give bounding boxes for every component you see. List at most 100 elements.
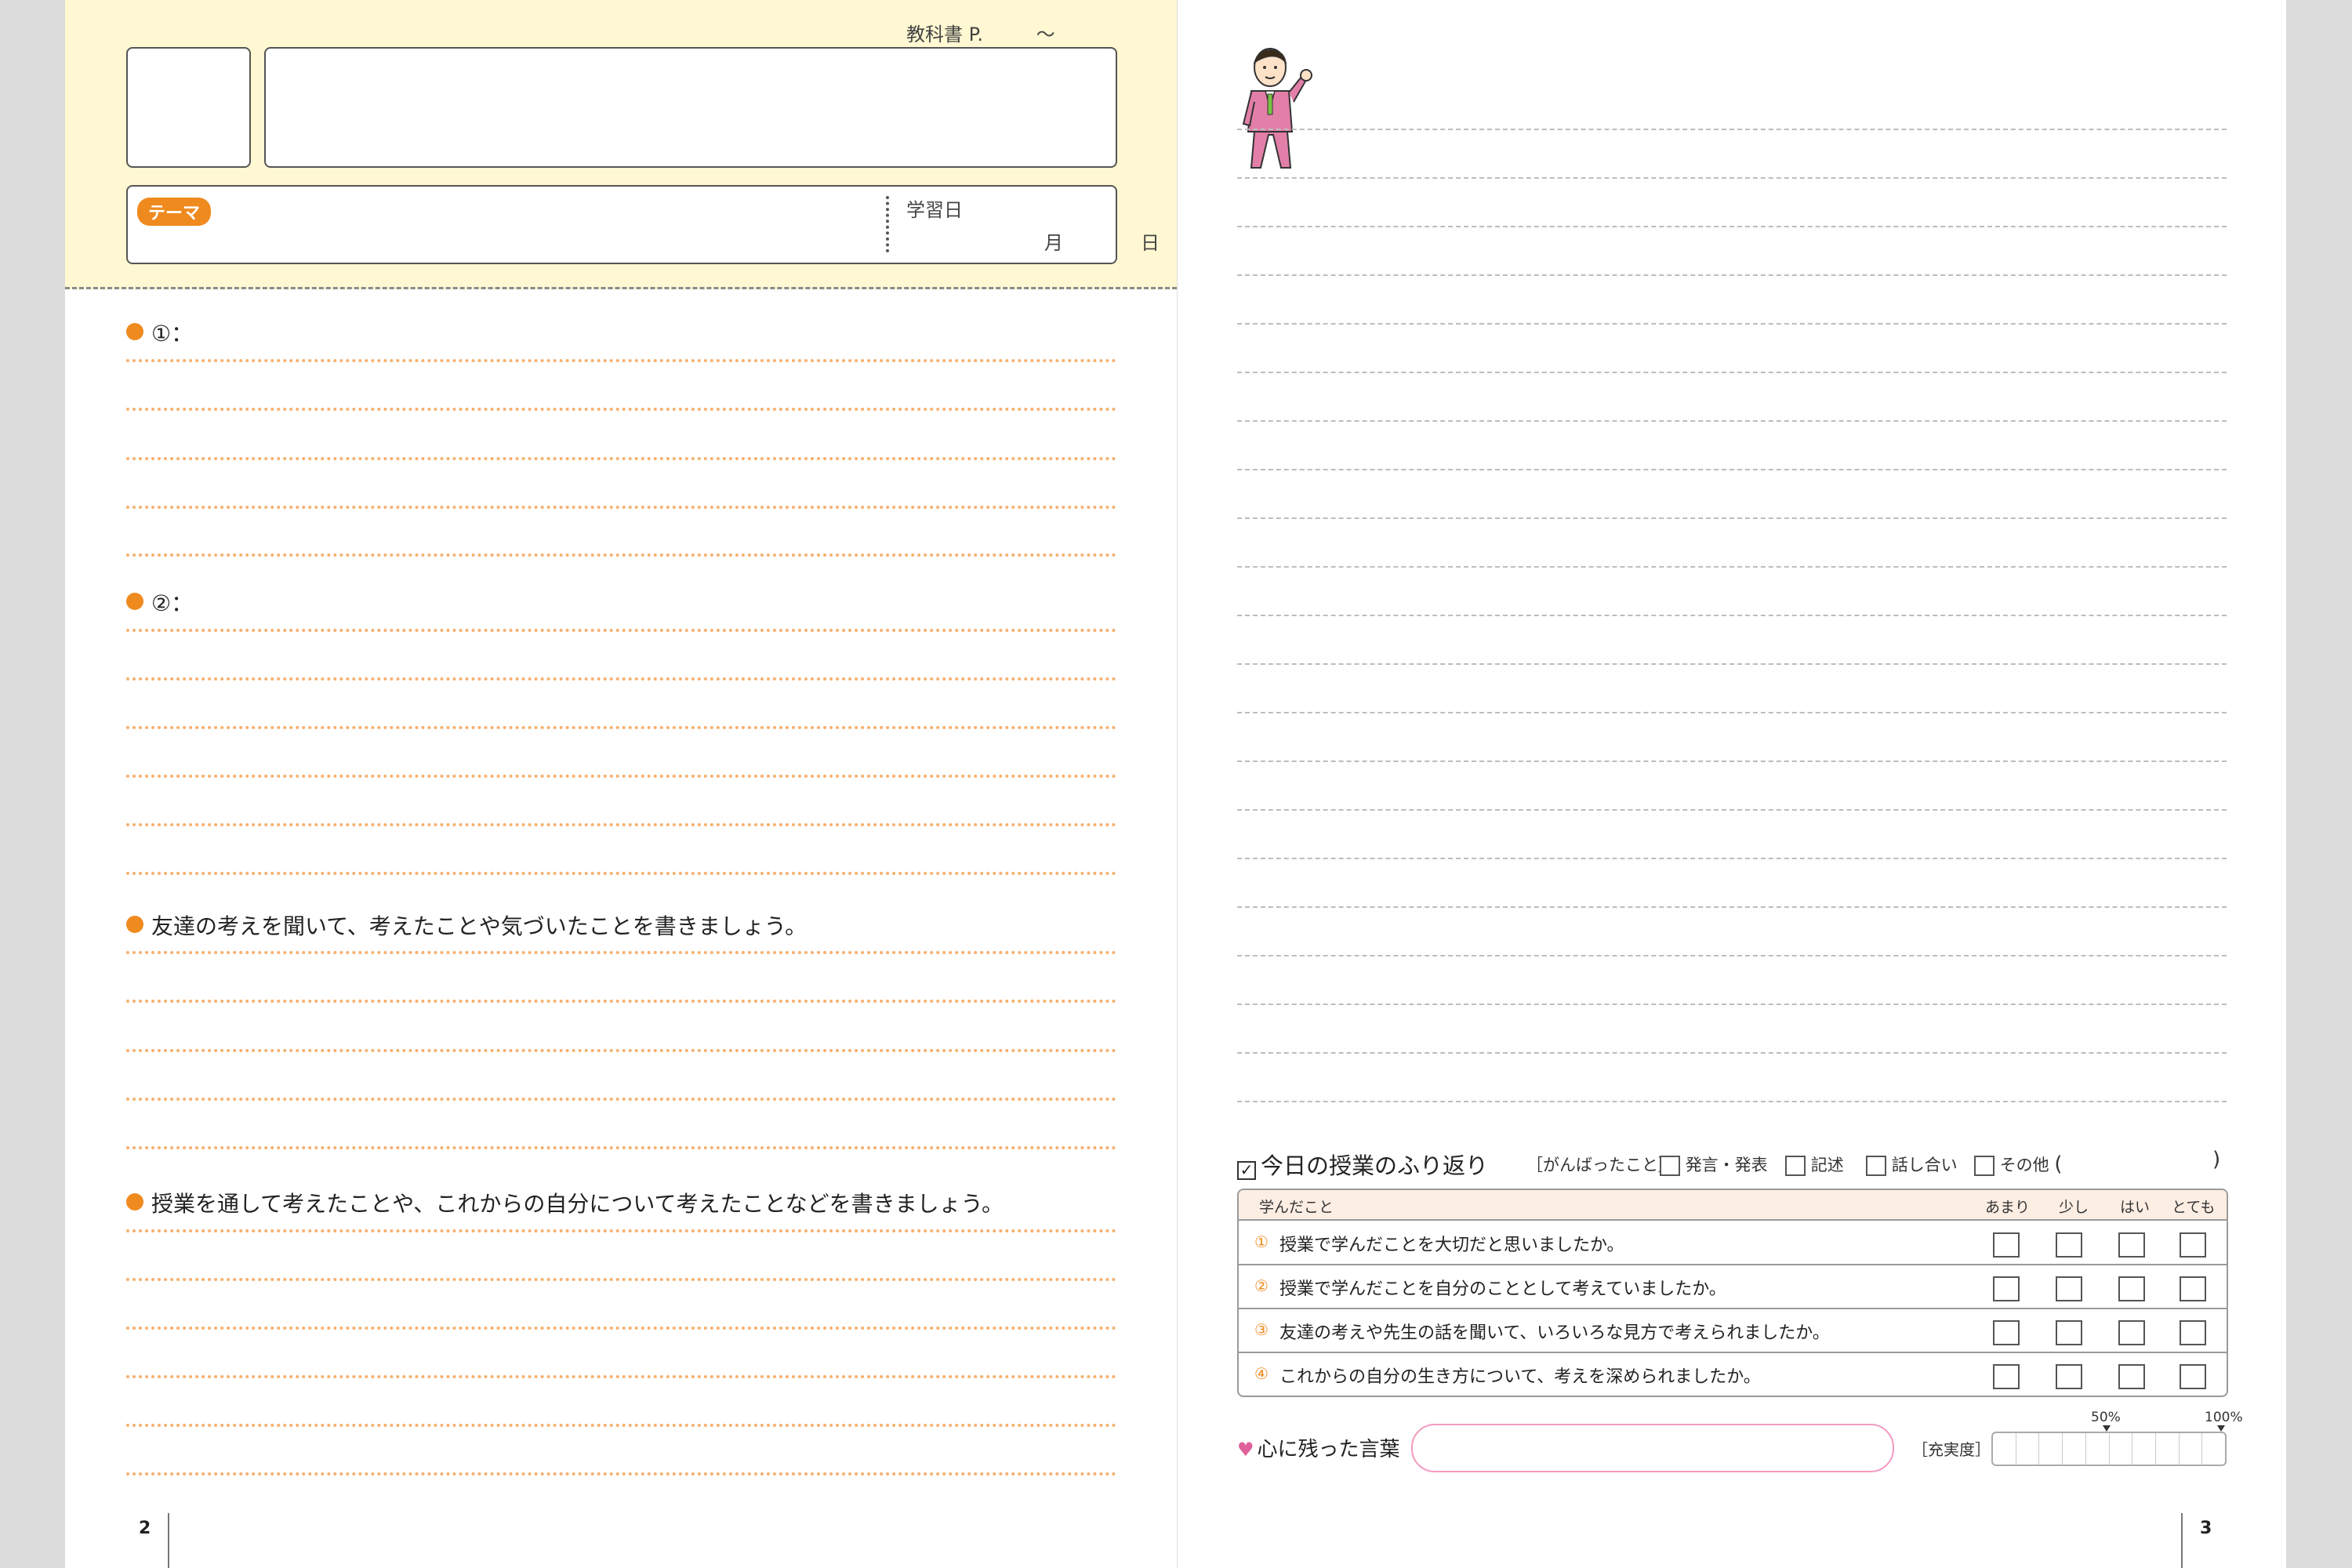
writing-line[interactable] [1237,809,2227,811]
effort-option-discussion[interactable]: 話し合い [1866,1152,1958,1176]
number-box[interactable] [126,47,251,168]
writing-line[interactable] [1237,129,2227,130]
memorable-words-text: 心に残った言葉 [1257,1438,1400,1461]
writing-line[interactable] [1237,1004,2227,1005]
writing-line[interactable] [126,951,1116,954]
rating-checkbox[interactable] [2056,1320,2082,1345]
writing-line[interactable] [126,457,1116,460]
writing-line[interactable] [126,1098,1116,1101]
writing-line[interactable] [126,1146,1116,1149]
writing-line[interactable] [126,359,1116,362]
writing-line[interactable] [1237,663,2227,665]
theme-label: テーマ [137,198,212,226]
rating-checkbox[interactable] [2180,1364,2206,1389]
rating-checkbox[interactable] [1993,1276,2020,1301]
rating-checkbox[interactable] [1993,1320,2020,1345]
writing-line[interactable] [1237,712,2227,713]
writing-line[interactable] [1237,858,2227,859]
fulfillment-label: ［充実度］ [1912,1440,1991,1459]
heart-icon: ♥ [1237,1439,1254,1461]
other-paren-close: ) [2212,1148,2221,1171]
writing-line[interactable] [1237,1101,2227,1102]
writing-line[interactable] [126,1278,1116,1281]
row-question: 授業で学んだことを大切だと思いましたか。 [1279,1236,1624,1255]
checkbox[interactable] [1660,1156,1680,1176]
row-question: これからの自分の生き方について、考えを深められましたか。 [1279,1367,1761,1387]
learned-header: 学んだこと [1259,1199,1334,1216]
rating-checkbox[interactable] [2056,1232,2082,1258]
writing-line[interactable] [126,1327,1116,1330]
row-number: ② [1254,1276,1269,1295]
evaluation-table-header: 学んだこと あまり 少し はい とても [1239,1190,2227,1221]
writing-line[interactable] [1237,615,2227,616]
rating-checkbox[interactable] [1993,1364,2020,1389]
writing-line[interactable] [126,1000,1116,1003]
writing-line[interactable] [126,775,1116,778]
writing-line[interactable] [126,1375,1116,1378]
checkbox[interactable] [1785,1156,1806,1176]
rating-checkbox[interactable] [2118,1320,2145,1345]
effort-option-writing[interactable]: 記述 [1785,1152,1844,1176]
rating-checkbox[interactable] [2056,1364,2082,1389]
writing-line[interactable] [126,726,1116,729]
evaluation-table: 学んだこと あまり 少し はい とても ① 授業で学んだことを大切だと思いました… [1237,1189,2228,1397]
writing-line[interactable] [126,1424,1116,1427]
question-3-text: 友達の考えを聞いて、考えたことや気づいたことを書きましょう。 [151,913,808,939]
writing-line[interactable] [126,1472,1116,1475]
gauge-pointer [2217,1425,2225,1432]
writing-line[interactable] [126,506,1116,509]
writing-line[interactable] [126,554,1116,557]
writing-line[interactable] [1237,274,2227,276]
title-box[interactable] [264,47,1117,168]
writing-line[interactable] [1237,906,2227,908]
scale-header: あまり [1985,1199,2031,1216]
day-label: 日 [1141,232,1160,254]
bullet-q2 [126,593,143,610]
writing-line[interactable] [126,872,1116,875]
rating-checkbox[interactable] [2118,1232,2145,1258]
rating-checkbox[interactable] [2180,1232,2206,1258]
checkbox[interactable] [1866,1156,1886,1176]
writing-line[interactable] [1237,955,2227,956]
question-2-label: ②： [151,590,194,616]
writing-line[interactable] [1237,177,2227,179]
writing-line[interactable] [1237,372,2227,373]
writing-line[interactable] [126,629,1116,632]
scale-header: はい [2120,1199,2151,1216]
writing-line[interactable] [126,408,1116,411]
memorable-words-label: ♥ 心に残った言葉 [1237,1433,1400,1462]
rating-checkbox[interactable] [2118,1276,2145,1301]
effort-option-other[interactable]: その他 ( [1974,1152,2063,1176]
gauge-mark-100: 100% [2205,1410,2243,1425]
reflection-title-text: 今日の授業のふり返り [1261,1152,1489,1179]
bullet-q3 [126,916,143,933]
writing-line[interactable] [1237,517,2227,519]
writing-line[interactable] [126,677,1116,681]
study-date-divider [886,196,889,252]
fulfillment-gauge[interactable] [1991,1432,2227,1466]
rating-checkbox[interactable] [2180,1320,2206,1345]
gauge-mark-50: 50% [2091,1410,2121,1425]
writing-line[interactable] [126,1049,1116,1052]
effort-option-label: その他 [1999,1156,2049,1174]
writing-line[interactable] [1237,323,2227,325]
rating-checkbox[interactable] [2118,1364,2145,1389]
theme-box[interactable]: テーマ 学習日 月 日 [126,185,1160,264]
rating-checkbox[interactable] [2180,1276,2206,1301]
writing-line[interactable] [1237,1052,2227,1054]
page-number-left: 2 [139,1519,151,1538]
effort-option-speech[interactable]: 発言・発表 [1660,1152,1768,1176]
writing-line[interactable] [1237,469,2227,470]
bullet-q1 [126,323,143,340]
header-band: 教科書 P. 〜 テーマ 学習日 月 日 [65,0,1177,289]
writing-line[interactable] [126,1229,1116,1232]
writing-line[interactable] [1237,760,2227,762]
checkbox[interactable] [1974,1156,1994,1176]
rating-checkbox[interactable] [2056,1276,2082,1301]
writing-line[interactable] [1237,226,2227,227]
writing-line[interactable] [1237,420,2227,422]
memorable-words-field[interactable] [1411,1424,1894,1472]
writing-line[interactable] [1237,566,2227,568]
rating-checkbox[interactable] [1993,1232,2020,1258]
writing-line[interactable] [126,823,1116,826]
